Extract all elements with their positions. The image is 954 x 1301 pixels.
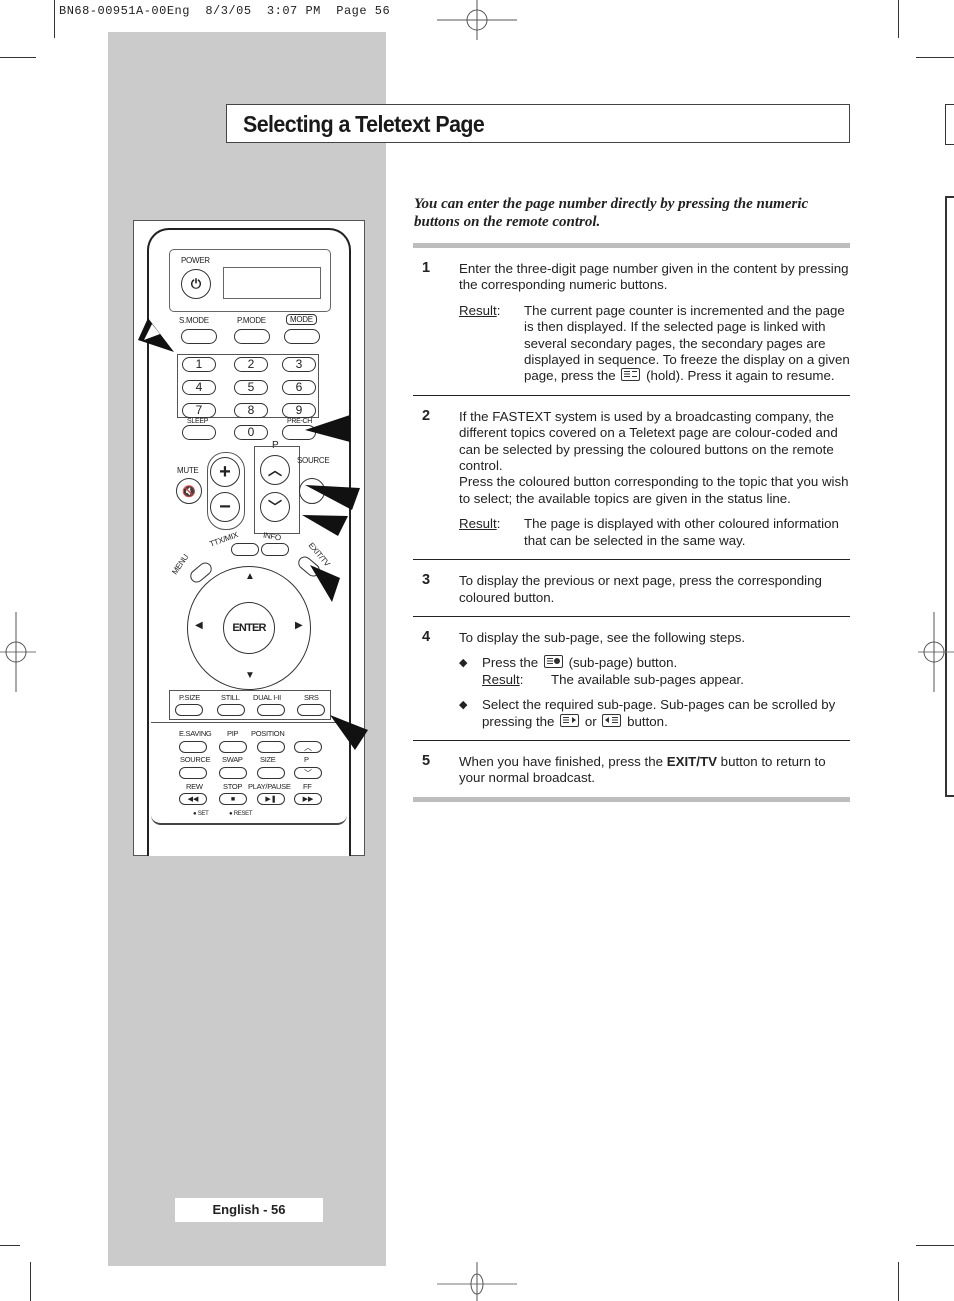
result-text: The current page counter is incremented … — [524, 302, 850, 384]
crop-mark — [898, 0, 899, 38]
size-button[interactable] — [257, 767, 285, 779]
crop-mark — [945, 144, 954, 145]
crop-mark — [30, 1262, 31, 1301]
pip-source-button[interactable] — [179, 767, 207, 779]
page-up-icon — [560, 713, 580, 727]
bullet-item: ◆ Press the (sub-page) button. Result: Th… — [459, 655, 744, 687]
step-number: 2 — [422, 407, 431, 424]
rewind-icon: ◀◀ — [187, 796, 199, 803]
step-text: Press the coloured button corresponding … — [459, 474, 849, 506]
playpause-label: PLAY/PAUSE — [248, 782, 291, 791]
lcd-display — [223, 267, 321, 299]
ff-label: FF — [303, 782, 312, 791]
callout-arrow-exit — [310, 565, 340, 602]
step: 2 If the FASTEXT system is used by a bro… — [413, 394, 850, 559]
step-text: If the FASTEXT system is used by a broad… — [459, 408, 838, 474]
result-text: The available sub-pages appear. — [551, 671, 744, 687]
step-result: Result: The current page counter is incr… — [459, 303, 850, 385]
result-label: Result: — [459, 516, 501, 532]
title-box: Selecting a Teletext Page — [226, 104, 850, 143]
page-number: English - 56 — [175, 1198, 323, 1222]
diamond-bullet-icon: ◆ — [459, 699, 468, 712]
result-label: Result: — [482, 671, 524, 687]
crop-mark — [0, 57, 36, 58]
step: 3 To display the previous or next page, … — [413, 559, 850, 616]
bullet-item: ◆ Select the required sub-page. Sub-page… — [459, 697, 836, 729]
pip-channel-down-button[interactable]: ﹀ — [294, 767, 322, 779]
stop-icon: ■ — [230, 796, 236, 803]
crop-mark — [945, 795, 954, 797]
crop-mark — [945, 104, 946, 144]
play-pause-button[interactable]: ▶❚ — [257, 793, 285, 805]
print-slug: BN68-00951A-00Eng 8/3/05 3:07 PM Page 56 — [59, 4, 391, 18]
callout-arrows — [138, 318, 368, 750]
power-icon: ⏻ — [190, 276, 202, 291]
sub-page-icon — [543, 655, 563, 669]
step-result: Result: The page is displayed with other… — [459, 516, 850, 549]
step-text: Enter the three-digit page number given … — [459, 261, 849, 293]
callout-arrow-source — [305, 485, 360, 510]
page-title: Selecting a Teletext Page — [243, 111, 485, 137]
power-button[interactable]: ⏻ — [181, 269, 211, 299]
set-label: ● SET — [193, 811, 209, 817]
registration-mark-bottom — [437, 1262, 517, 1301]
step-text: When you have finished, press the EXIT/T… — [459, 753, 826, 786]
crop-mark — [0, 1245, 20, 1246]
diamond-bullet-icon: ◆ — [459, 657, 468, 670]
rew-label: REW — [186, 782, 203, 791]
crop-mark — [945, 104, 954, 105]
power-label: POWER — [181, 256, 210, 265]
step: 4 To display the sub-page, see the follo… — [413, 615, 850, 740]
result-label: Result: — [459, 302, 501, 318]
step-number: 4 — [422, 628, 431, 645]
play-pause-icon: ▶❚ — [265, 796, 277, 803]
crop-mark — [898, 1262, 899, 1301]
step-number: 1 — [422, 260, 431, 276]
crop-mark — [945, 196, 947, 796]
registration-mark-right — [918, 612, 954, 692]
registration-mark-left — [0, 612, 36, 692]
stop-label: STOP — [223, 782, 243, 791]
result-text: The page is displayed with other coloure… — [524, 516, 839, 548]
callout-arrow-channel — [302, 515, 348, 536]
swap-button[interactable] — [219, 767, 247, 779]
step: 5 When you have finished, press the EXIT… — [413, 739, 850, 797]
stop-button[interactable]: ■ — [219, 793, 247, 805]
reset-label: ● RESET — [229, 811, 253, 817]
fast-forward-button[interactable]: ▶▶ — [294, 793, 322, 805]
crop-mark — [54, 0, 55, 38]
step-number: 3 — [422, 572, 431, 589]
step-text: To display the previous or next page, pr… — [459, 573, 822, 605]
crop-mark — [916, 1245, 954, 1246]
fast-forward-icon: ▶▶ — [302, 796, 314, 803]
callout-arrow-srs — [330, 715, 368, 750]
rewind-button[interactable]: ◀◀ — [179, 793, 207, 805]
step-number: 5 — [422, 752, 431, 769]
intro-text: You can enter the page number directly b… — [414, 196, 809, 230]
crop-mark — [916, 57, 954, 58]
registration-mark-top — [437, 0, 517, 40]
callout-arrow-prech — [305, 415, 350, 442]
hold-icon — [621, 368, 641, 382]
page-down-icon — [602, 713, 622, 727]
step: 1 Enter the three-digit page number give… — [413, 248, 850, 395]
divider — [413, 796, 850, 802]
step-text: To display the sub-page, see the followi… — [459, 629, 746, 645]
steps-list: 1 Enter the three-digit page number give… — [413, 243, 850, 802]
